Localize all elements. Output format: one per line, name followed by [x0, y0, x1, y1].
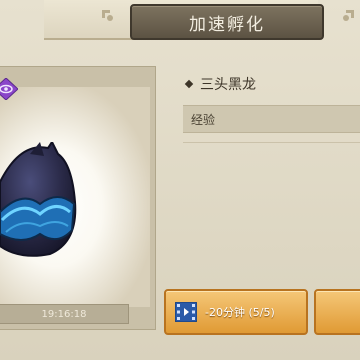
video-film-icon — [175, 302, 197, 322]
eye-badge-icon — [0, 78, 18, 100]
speedup-hatch-dialog: 加速孵化 19:16:18 三头黑龙 经验 -20分钟 (5/5) — [0, 0, 360, 360]
watch-video-speedup-button[interactable]: -20分钟 (5/5) — [164, 289, 308, 335]
speedup-button-label: -20分钟 (5/5) — [205, 306, 275, 319]
dialog-header: 加速孵化 — [44, 0, 354, 40]
dragon-name: 三头黑龙 — [184, 74, 256, 94]
ornament-icon — [102, 10, 113, 21]
dragon-egg-icon[interactable] — [0, 142, 110, 268]
experience-label: 经验 — [191, 113, 216, 127]
ornament-icon — [343, 10, 354, 21]
dragon-name-label: 三头黑龙 — [200, 77, 256, 93]
hatch-timer: 19:16:18 — [0, 304, 129, 324]
bullet-icon — [184, 79, 194, 89]
divider — [183, 142, 360, 143]
experience-bar: 经验 — [183, 105, 360, 133]
dialog-title: 加速孵化 — [130, 4, 324, 40]
speedup-button-secondary[interactable] — [314, 289, 360, 335]
